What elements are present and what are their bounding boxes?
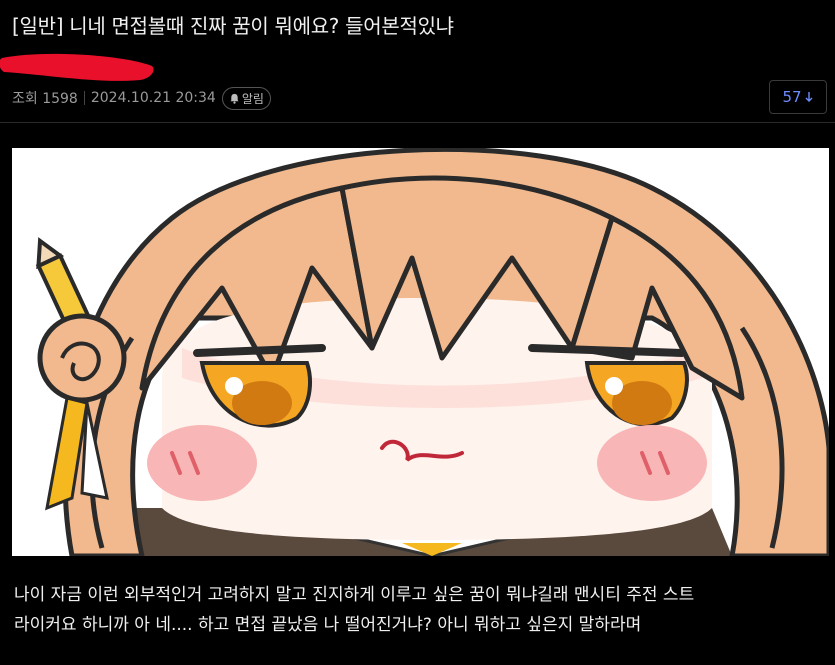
alarm-button[interactable]: 알림 bbox=[221, 86, 271, 110]
view-count: 조회 1598 bbox=[12, 91, 78, 107]
meta-divider bbox=[83, 91, 85, 105]
arrow-down-icon bbox=[805, 92, 813, 102]
post-body-line: 나이 자금 이런 외부적인거 고려하지 말고 진지하게 이루고 싶은 꿈이 뭐냐… bbox=[14, 585, 695, 605]
bell-icon bbox=[230, 93, 239, 104]
red-redaction-mark bbox=[0, 53, 154, 81]
post-body-line: 라이커요 하니까 아 네.... 하고 면접 끝났음 나 떨어진거냐? 아니 뭐… bbox=[14, 615, 642, 635]
alarm-label: 알림 bbox=[241, 91, 264, 106]
post-body: 나이 자금 이런 외부적인거 고려하지 말고 진지하게 이루고 싶은 꿈이 뭐냐… bbox=[14, 580, 824, 640]
comment-count-button[interactable]: 57 bbox=[769, 80, 827, 114]
post-date: 2024.10.21 20:34 bbox=[90, 90, 216, 106]
post-meta: 조회 1598 2024.10.21 20:34 알림 bbox=[12, 86, 271, 110]
header-divider bbox=[0, 122, 835, 123]
post-image bbox=[12, 148, 829, 556]
comment-count: 57 bbox=[782, 88, 802, 106]
anime-girl-illustration bbox=[12, 148, 829, 556]
post-title: [일반] 니네 면접볼때 진짜 꿈이 뭐에요? 들어본적있냐 bbox=[12, 14, 454, 38]
